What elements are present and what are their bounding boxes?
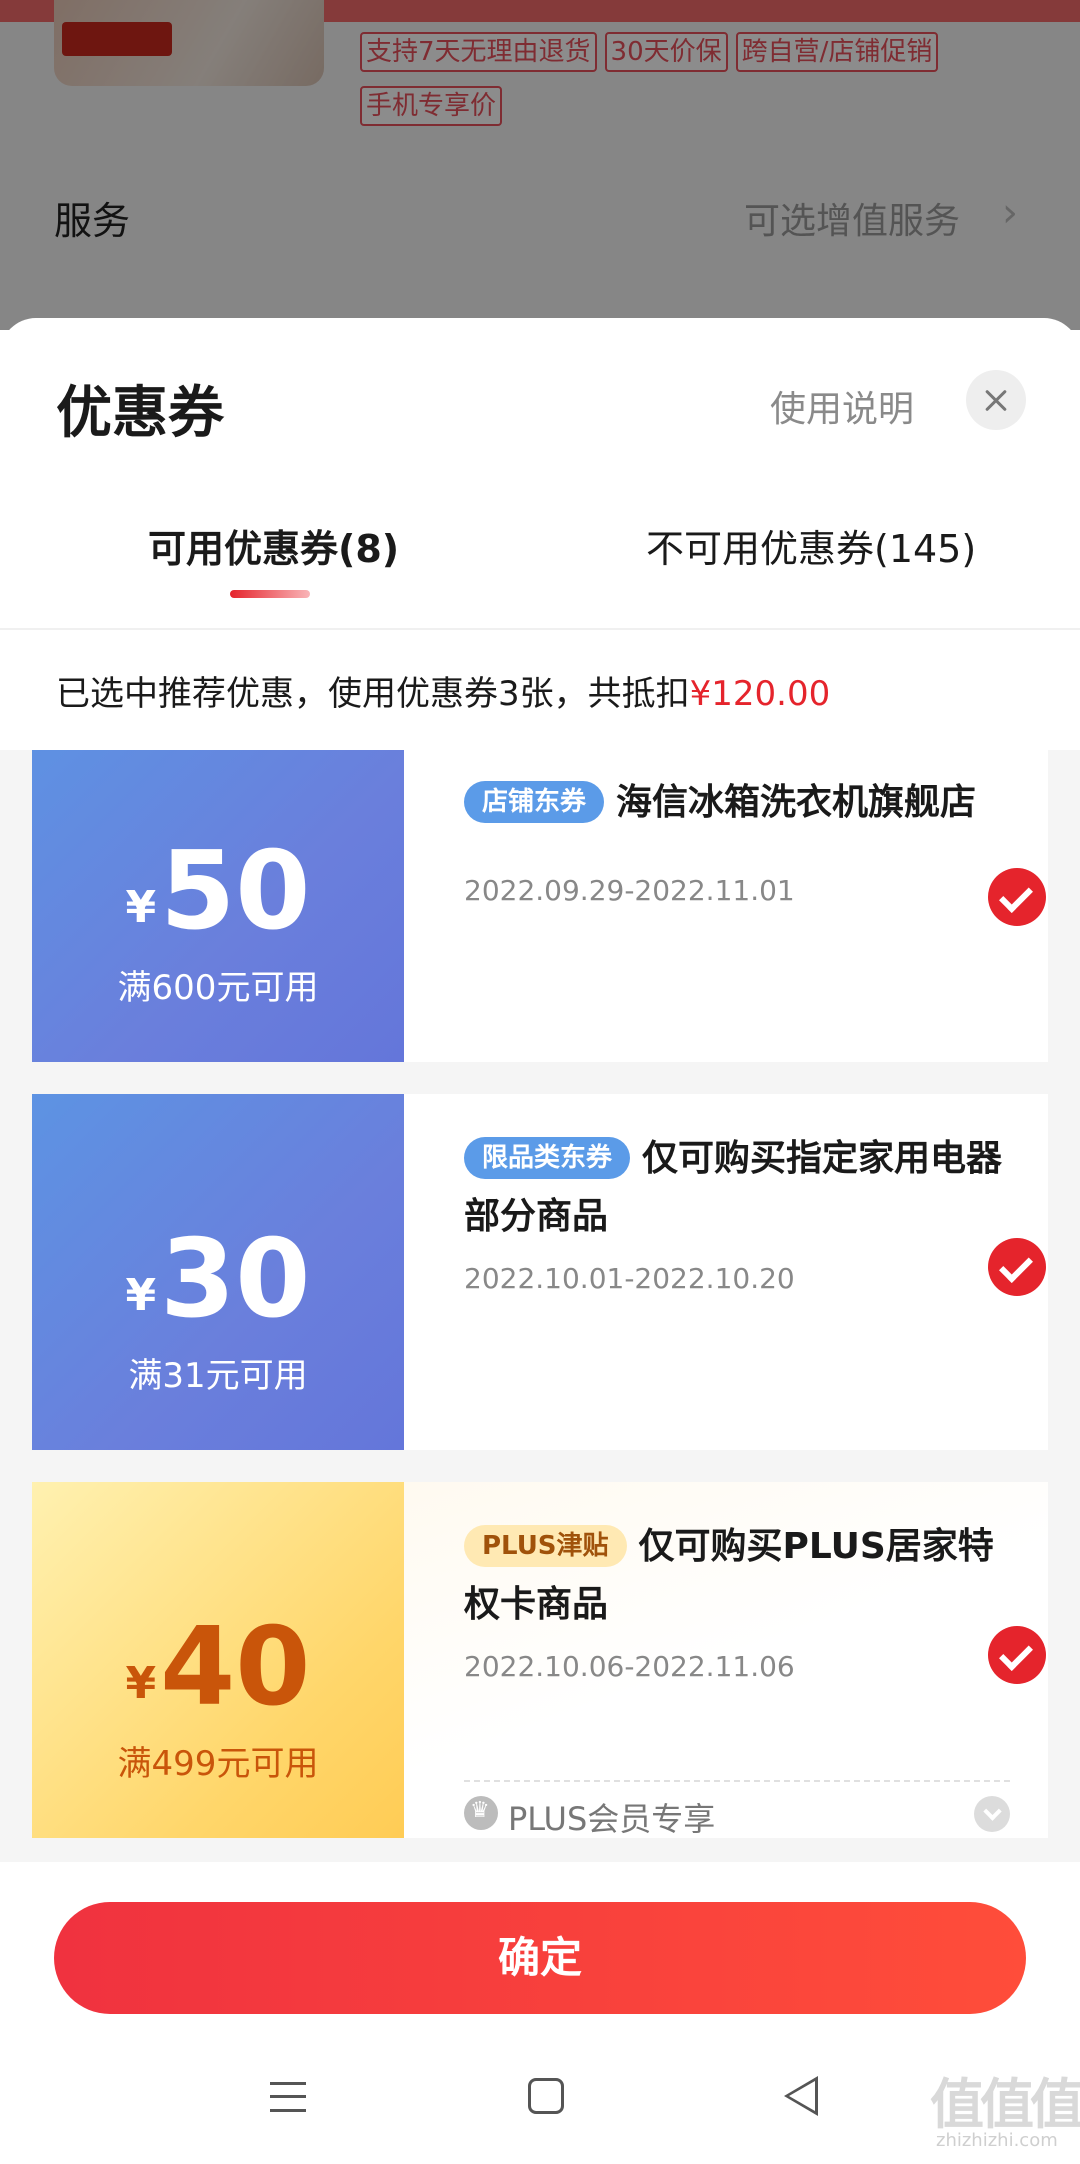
coupon-value: 30 [160, 1217, 311, 1342]
watermark-url: zhizhizhi.com [936, 2130, 1058, 2151]
coupon-title: PLUS津贴 仅可购买PLUS居家特权卡商品 [464, 1518, 1024, 1634]
coupon-card[interactable]: ¥30 满31元可用 限品类东券 仅可购买指定家用电器部分商品 2022.10.0… [32, 1094, 1048, 1450]
coupon-sheet: 优惠券 使用说明 可用优惠券(8) 不可用优惠券(145) 已选中推荐优惠，使用… [0, 318, 1080, 2164]
coupon-title: 限品类东券 仅可购买指定家用电器部分商品 [464, 1130, 1024, 1246]
plus-member-label: PLUS会员专享 [508, 1800, 716, 1838]
summary-amount: ¥120.00 [689, 674, 831, 714]
crown-icon [464, 1796, 498, 1830]
coupon-type-badge: PLUS津贴 [464, 1525, 627, 1567]
active-tab-indicator [230, 590, 310, 598]
watermark: 值值值 [930, 2073, 1080, 2136]
coupon-value-panel: ¥50 满600元可用 [32, 750, 404, 1062]
chevron-down-icon[interactable] [974, 1796, 1010, 1832]
close-icon[interactable] [966, 370, 1026, 430]
recent-apps-icon[interactable] [270, 2082, 306, 2112]
coupon-threshold: 满499元可用 [117, 1744, 319, 1784]
summary-label: 已选中推荐优惠，使用优惠券3张，共抵扣 [56, 674, 690, 714]
selection-summary: 已选中推荐优惠，使用优惠券3张，共抵扣¥120.00 [0, 628, 1080, 750]
coupon-detail-panel: 店铺东券 海信冰箱洗衣机旗舰店 2022.09.29-2022.11.01 [404, 750, 1048, 1062]
coupon-value: 50 [160, 829, 311, 954]
background-product-page: 支持7天无理由退货 30天价保 跨自营/店铺促销 手机专享价 服务 可选增值服务 › [0, 0, 1080, 330]
check-icon[interactable] [988, 1238, 1046, 1296]
coupon-value-panel: ¥40 满499元可用 [32, 1482, 404, 1838]
coupon-amount: ¥40 [32, 1614, 404, 1722]
coupon-amount: ¥30 [32, 1226, 404, 1334]
coupon-type-badge: 限品类东券 [464, 1137, 631, 1179]
plus-member-footer: PLUS会员专享 [464, 1780, 1010, 1838]
modal-overlay[interactable] [0, 0, 1080, 330]
coupon-card[interactable]: ¥40 满499元可用 PLUS津贴 仅可购买PLUS居家特权卡商品 2022.1… [32, 1482, 1048, 1838]
coupon-threshold: 满31元可用 [128, 1356, 308, 1396]
check-icon[interactable] [988, 868, 1046, 926]
sheet-title: 优惠券 [56, 381, 224, 446]
coupon-list[interactable]: ¥50 满600元可用 店铺东券 海信冰箱洗衣机旗舰店 2022.09.29-20… [0, 750, 1080, 1862]
currency-symbol: ¥ [125, 1270, 157, 1321]
currency-symbol: ¥ [125, 1658, 157, 1709]
home-icon[interactable] [528, 2078, 564, 2114]
coupon-title-text: 海信冰箱洗衣机旗舰店 [616, 782, 977, 823]
coupon-amount: ¥50 [32, 838, 404, 946]
coupon-validity-date: 2022.10.06-2022.11.06 [464, 1650, 795, 1683]
tab-available-coupons[interactable]: 可用优惠券(8) [148, 518, 399, 573]
coupon-detail-panel: PLUS津贴 仅可购买PLUS居家特权卡商品 2022.10.06-2022.11… [404, 1482, 1048, 1838]
coupon-title: 店铺东券 海信冰箱洗衣机旗舰店 [464, 774, 1024, 832]
confirm-button[interactable]: 确定 [54, 1902, 1026, 2014]
coupon-type-badge: 店铺东券 [464, 781, 605, 823]
coupon-tabs: 可用优惠券(8) 不可用优惠券(145) [0, 518, 1080, 628]
summary-text: 已选中推荐优惠，使用优惠券3张，共抵扣¥120.00 [56, 666, 830, 715]
back-icon[interactable] [784, 2076, 818, 2116]
coupon-value: 40 [160, 1605, 311, 1730]
coupon-value-panel: ¥30 满31元可用 [32, 1094, 404, 1450]
coupon-validity-date: 2022.10.01-2022.10.20 [464, 1262, 795, 1295]
coupon-validity-date: 2022.09.29-2022.11.01 [464, 874, 795, 907]
system-navigation-bar [0, 2050, 1080, 2164]
coupon-threshold: 满600元可用 [117, 968, 319, 1008]
coupon-card[interactable]: ¥50 满600元可用 店铺东券 海信冰箱洗衣机旗舰店 2022.09.29-20… [32, 750, 1048, 1062]
usage-instructions-link[interactable]: 使用说明 [770, 380, 914, 432]
coupon-detail-panel: 限品类东券 仅可购买指定家用电器部分商品 2022.10.01-2022.10.2… [404, 1094, 1048, 1450]
check-icon[interactable] [988, 1626, 1046, 1684]
currency-symbol: ¥ [125, 882, 157, 933]
tab-unavailable-coupons[interactable]: 不可用优惠券(145) [646, 518, 976, 573]
